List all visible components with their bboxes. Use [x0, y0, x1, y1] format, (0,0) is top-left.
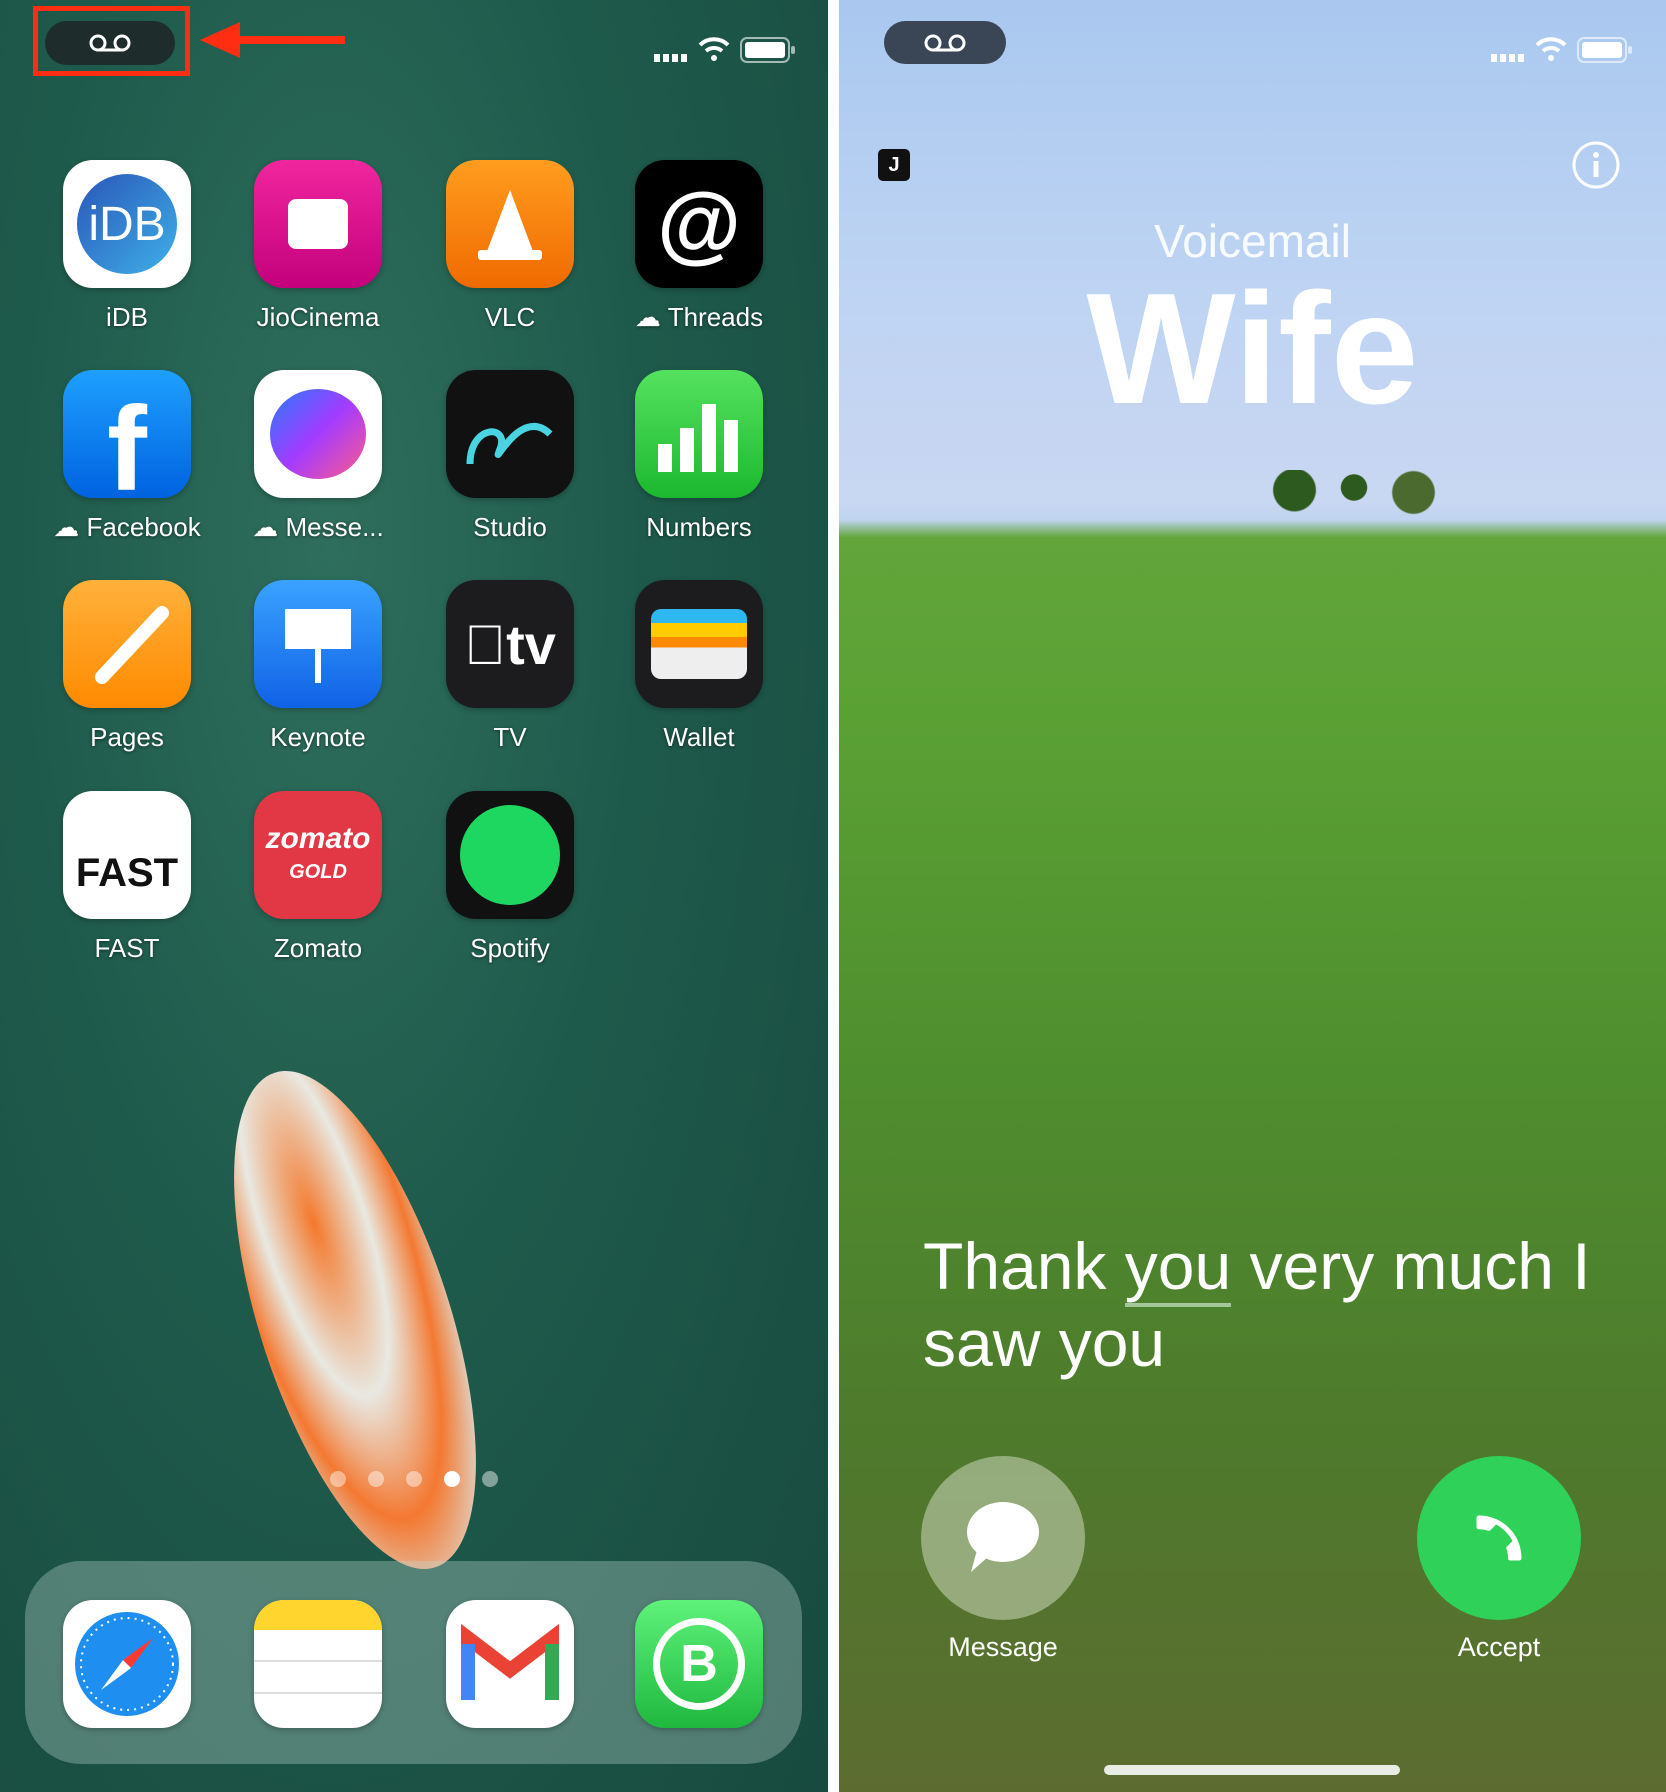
koi-fish-wallpaper	[184, 1043, 526, 1597]
wifi-icon	[1535, 37, 1567, 61]
page-dot-active[interactable]	[444, 1471, 460, 1487]
vlc-app-icon[interactable]	[446, 160, 574, 288]
safari-app-icon[interactable]	[63, 1600, 191, 1728]
app-numbers[interactable]: Numbers	[604, 370, 794, 543]
phone-icon	[1476, 1515, 1522, 1561]
info-icon[interactable]	[1571, 140, 1621, 190]
app-wallet[interactable]: Wallet	[604, 580, 794, 753]
facebook-app-icon[interactable]: f	[63, 370, 191, 498]
app-fast[interactable]: FAST FAST	[32, 791, 222, 964]
pages-app-icon[interactable]	[63, 580, 191, 708]
app-studio[interactable]: Studio	[415, 370, 605, 543]
app-tv[interactable]: tv TV	[415, 580, 605, 753]
annotation-highlight-box	[33, 6, 190, 76]
page-dot[interactable]	[482, 1471, 498, 1487]
messenger-app-icon[interactable]	[254, 370, 382, 498]
app-keynote[interactable]: Keynote	[223, 580, 413, 753]
app-label: Spotify	[470, 933, 550, 963]
app-pages[interactable]: Pages	[32, 580, 222, 753]
app-label: Pages	[90, 722, 164, 752]
contact-badge: J	[878, 149, 910, 181]
home-indicator[interactable]	[1104, 1765, 1400, 1775]
caller-type: Voicemail	[1154, 215, 1351, 267]
battery-icon	[740, 37, 795, 63]
spotify-app-icon[interactable]	[446, 791, 574, 919]
app-messenger[interactable]: ☁ Messe...	[223, 370, 413, 543]
keynote-app-icon[interactable]	[254, 580, 382, 708]
fast-app-icon[interactable]: FAST	[63, 791, 191, 919]
gmail-app-icon[interactable]	[446, 1600, 574, 1728]
page-dot[interactable]	[368, 1471, 384, 1487]
caller-name: Wife	[1086, 261, 1419, 437]
page-dot[interactable]	[406, 1471, 422, 1487]
app-label: Keynote	[270, 722, 366, 752]
app-label: FAST	[94, 933, 160, 963]
message-bubble-icon	[967, 1502, 1039, 1572]
app-label: Zomato	[273, 933, 363, 963]
app-label: VLC	[484, 302, 536, 332]
studio-app-icon[interactable]	[446, 370, 574, 498]
app-label: TV	[493, 722, 527, 752]
icloud-download-icon: ☁	[634, 302, 668, 332]
app-label: Numbers	[646, 512, 752, 542]
app-zomato[interactable]: zomato GOLD Zomato	[223, 791, 413, 964]
battery-icon	[1577, 37, 1632, 63]
voicemail-status-pill[interactable]	[884, 21, 1006, 64]
idb-app-icon[interactable]: iDB	[63, 160, 191, 288]
accept-label: Accept	[1457, 1632, 1541, 1662]
threads-app-icon[interactable]: @	[635, 160, 763, 288]
wifi-icon	[698, 37, 730, 61]
whatsapp-business-app-icon[interactable]: B	[635, 1600, 763, 1728]
app-idb[interactable]: iDB iDB	[32, 160, 222, 333]
voicemail-transcript: Thank you very much I saw you	[923, 1229, 1591, 1380]
app-label: Wallet	[663, 722, 735, 752]
app-vlc[interactable]: VLC	[415, 160, 605, 333]
icloud-download-icon: ☁	[252, 512, 286, 542]
app-label: Messe...	[285, 512, 384, 542]
numbers-app-icon[interactable]	[635, 370, 763, 498]
accept-button[interactable]	[1417, 1456, 1581, 1620]
wallet-app-icon[interactable]	[635, 580, 763, 708]
app-spotify[interactable]: Spotify	[415, 791, 605, 964]
annotation-arrow-icon	[200, 22, 345, 58]
app-label: Facebook	[86, 512, 201, 542]
app-threads[interactable]: @ ☁ Threads	[604, 160, 794, 333]
page-dot[interactable]	[330, 1471, 346, 1487]
app-label: JioCinema	[256, 302, 380, 332]
jiocinema-app-icon[interactable]	[254, 160, 382, 288]
app-label: Studio	[473, 512, 547, 542]
icloud-download-icon: ☁	[53, 512, 87, 542]
signal-icon	[654, 54, 687, 62]
app-label: Threads	[667, 302, 764, 332]
transcript-current-word: you	[1124, 1229, 1232, 1307]
tv-app-icon[interactable]: tv	[446, 580, 574, 708]
zomato-app-icon[interactable]: zomato GOLD	[254, 791, 382, 919]
app-facebook[interactable]: f ☁ Facebook	[32, 370, 222, 543]
app-label: iDB	[106, 302, 148, 332]
signal-icon	[1491, 54, 1524, 62]
notes-app-icon[interactable]	[254, 1600, 382, 1728]
app-jiocinema[interactable]: JioCinema	[223, 160, 413, 333]
home-screen: iDB iDB JioCinema VLC @ ☁ Threads f ☁ Facebook ☁…	[0, 0, 828, 1792]
message-label: Message	[948, 1632, 1058, 1662]
message-button[interactable]	[921, 1456, 1085, 1620]
trees-wallpaper	[1269, 470, 1439, 520]
incoming-call-screen: J Voicemail Wife Thank you very much I s…	[839, 0, 1666, 1792]
voicemail-icon	[924, 34, 966, 51]
